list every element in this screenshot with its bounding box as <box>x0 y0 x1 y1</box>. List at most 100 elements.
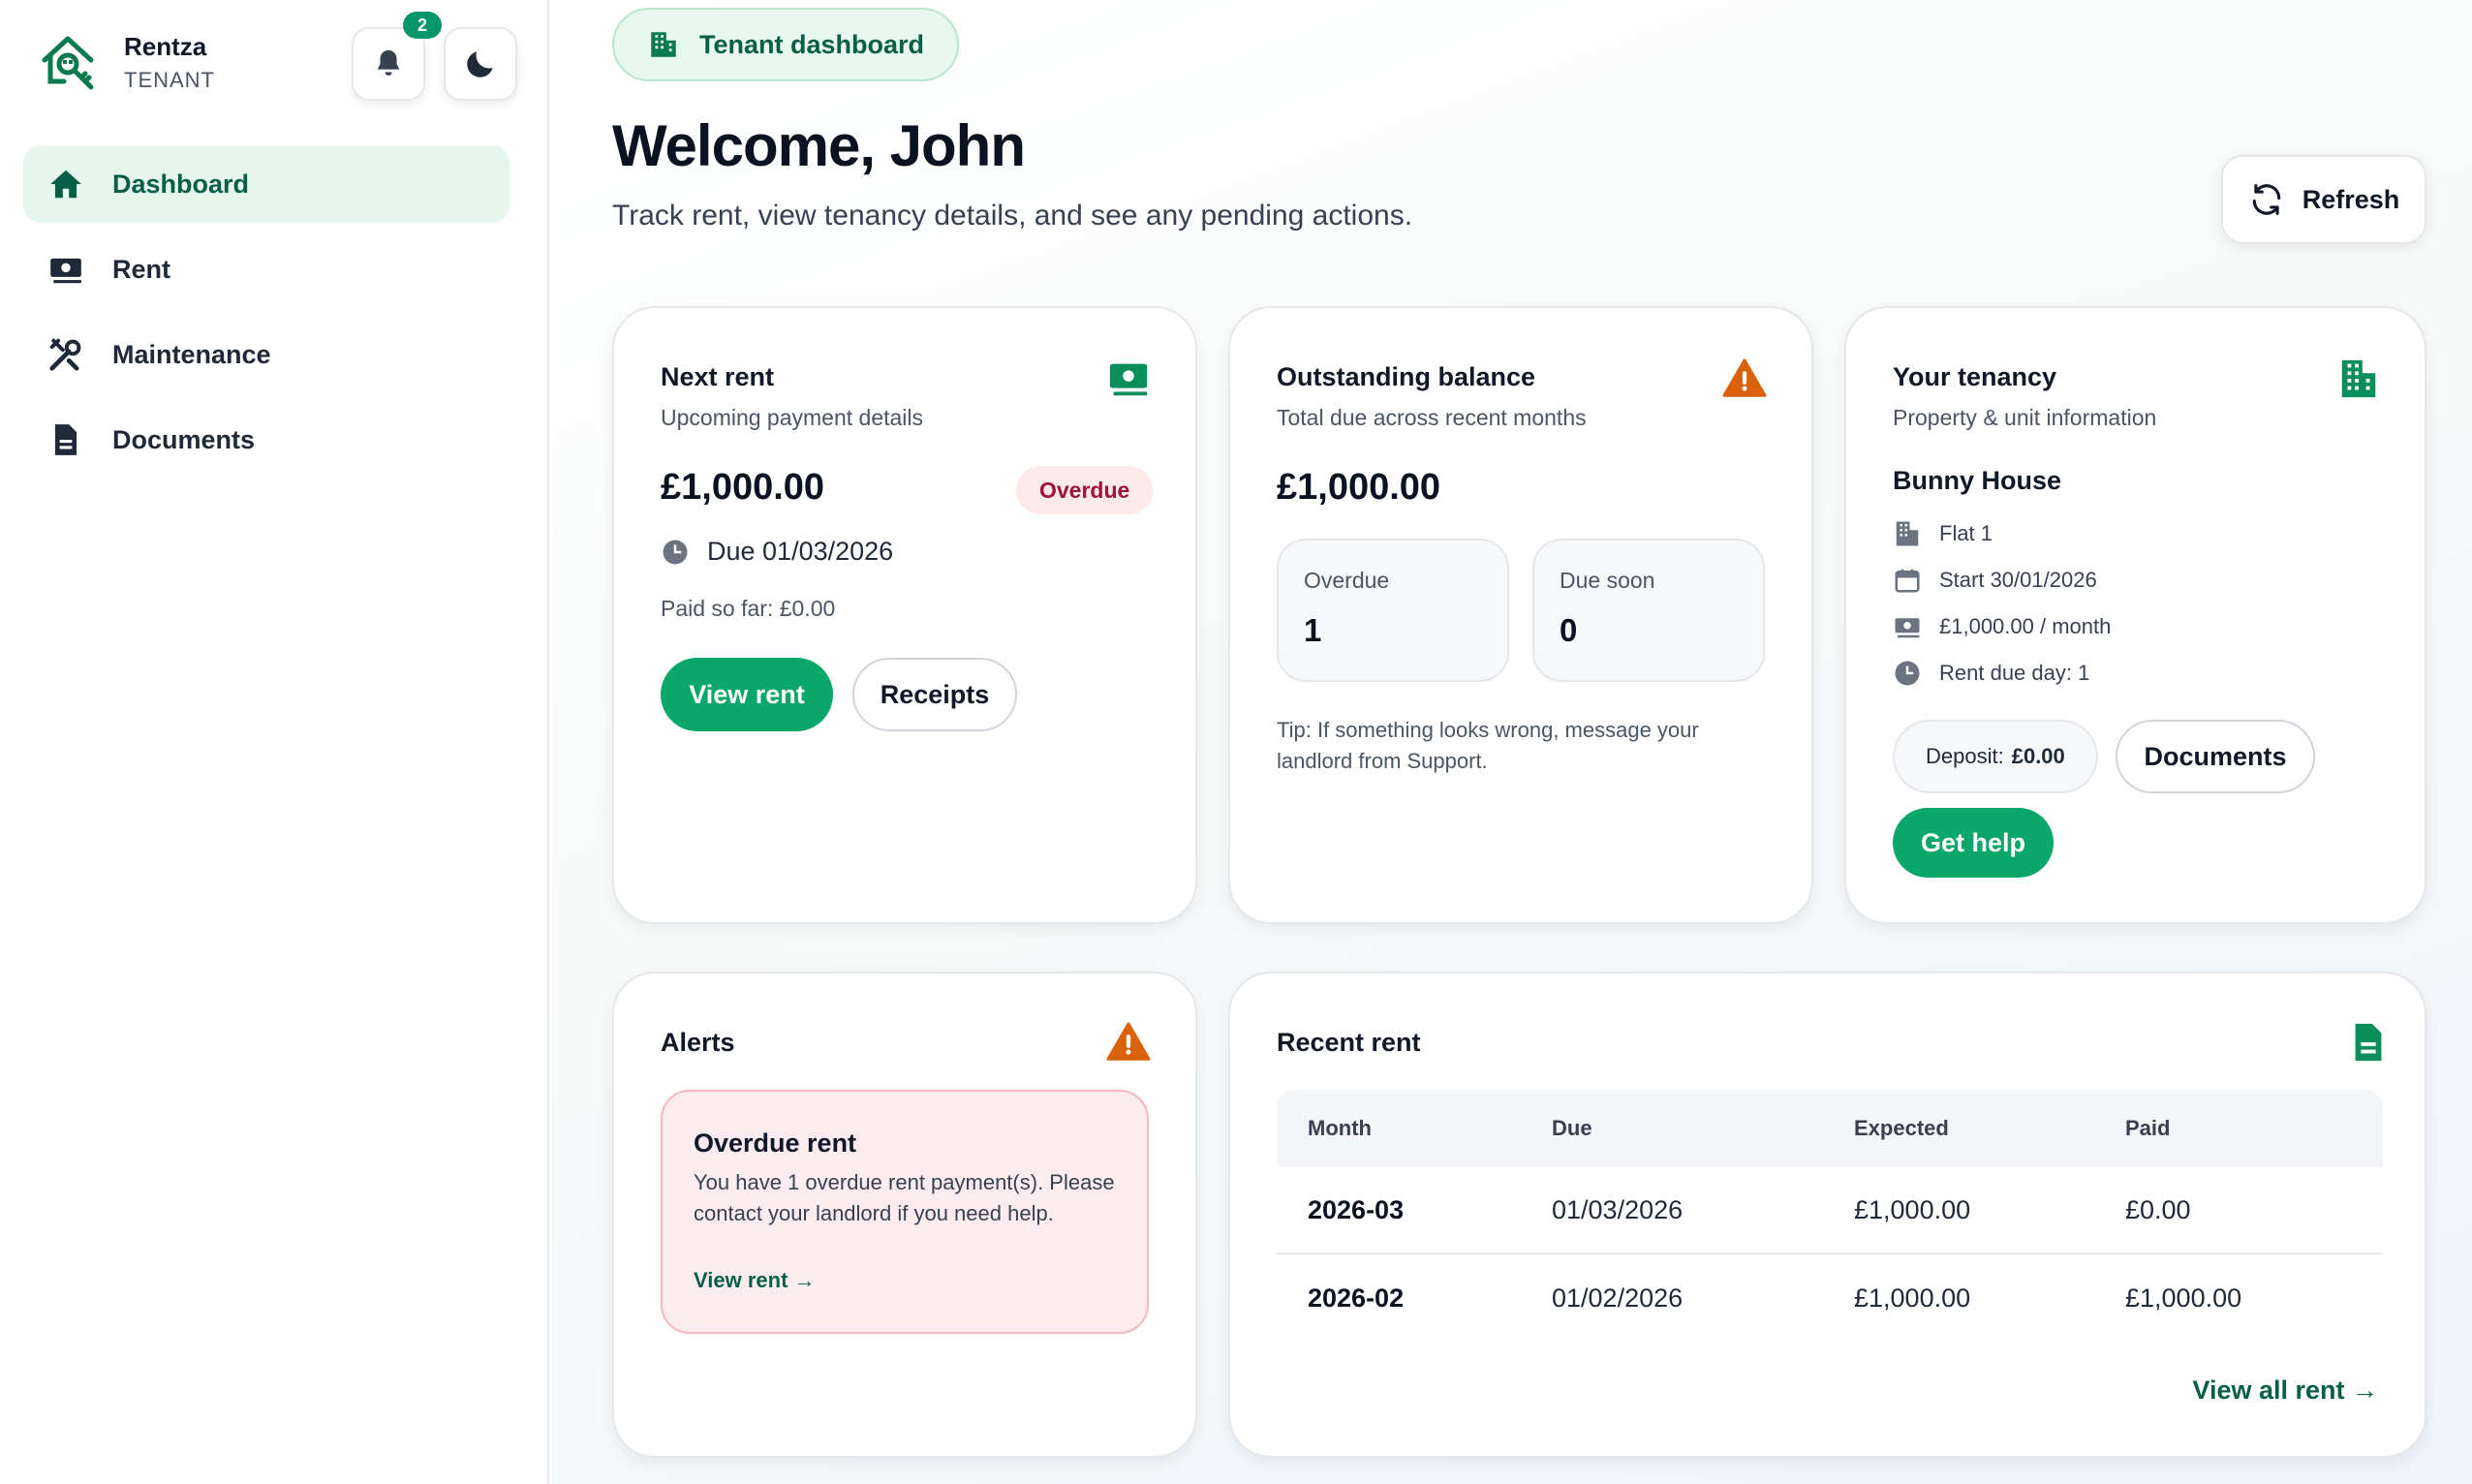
card-title: Alerts <box>661 1028 735 1057</box>
stat-value: 1 <box>1304 612 1322 648</box>
outstanding-amount: £1,000.00 <box>1277 467 1441 508</box>
stat-label: Overdue <box>1304 568 1390 593</box>
warning-icon <box>1722 358 1767 397</box>
stat-value: 0 <box>1560 612 1578 648</box>
overdue-stat: Overdue 1 <box>1277 539 1509 682</box>
page-chip-label: Tenant dashboard <box>699 29 925 59</box>
page-chip: Tenant dashboard <box>612 8 960 81</box>
deposit-value: £0.00 <box>2011 744 2065 768</box>
alerts-card: Alerts Overdue rent You have 1 overdue r… <box>612 972 1197 1458</box>
building-icon <box>2341 359 2376 398</box>
stat-label: Due soon <box>1560 568 1655 593</box>
card-subtitle: Upcoming payment details <box>661 405 924 430</box>
rent-amount-row: £1,000.00 / month <box>1893 612 2111 641</box>
cell-paid: £0.00 <box>2125 1194 2191 1224</box>
start-date-row: Start 30/01/2026 <box>1893 566 2097 595</box>
cell-paid: £1,000.00 <box>2125 1283 2242 1313</box>
sidebar-item-rent[interactable]: Rent <box>23 231 510 308</box>
column-header-month: Month <box>1308 1116 1372 1140</box>
brand-role: TENANT <box>124 67 215 92</box>
unit-row: Flat 1 <box>1893 519 1993 548</box>
deposit-label: Deposit: <box>1926 744 2004 768</box>
document-icon <box>46 420 85 459</box>
paid-so-far: Paid so far: £0.00 <box>661 596 836 621</box>
house-key-logo-icon <box>42 36 94 90</box>
table-header: Month Due Expected Paid <box>1277 1090 2383 1167</box>
cell-expected: £1,000.00 <box>1854 1283 1971 1313</box>
refresh-icon <box>2252 184 2280 215</box>
column-header-due: Due <box>1552 1116 1592 1140</box>
status-badge: Overdue <box>1016 466 1154 514</box>
cell-month: 2026-02 <box>1308 1283 1405 1313</box>
sidebar: Rentza TENANT 2 Dashboard Rent Maintenan… <box>0 0 549 1484</box>
page-title: Welcome, John <box>612 113 1026 178</box>
calendar-icon <box>1895 569 1920 593</box>
documents-button[interactable]: Documents <box>2116 720 2315 793</box>
building-icon <box>1896 521 1919 546</box>
cell-month: 2026-03 <box>1308 1194 1405 1224</box>
theme-toggle-button[interactable] <box>444 27 517 101</box>
due-soon-stat: Due soon 0 <box>1532 539 1765 682</box>
card-title: Recent rent <box>1277 1028 1421 1057</box>
refresh-label: Refresh <box>2302 184 2400 214</box>
sidebar-item-label: Maintenance <box>112 339 271 369</box>
building-icon <box>651 32 676 57</box>
cell-due: 01/03/2026 <box>1552 1194 1684 1224</box>
sidebar-item-documents[interactable]: Documents <box>23 401 510 479</box>
card-title: Your tenancy <box>1893 362 2057 391</box>
get-help-button[interactable]: Get help <box>1893 808 2054 878</box>
sidebar-item-dashboard[interactable]: Dashboard <box>23 145 510 223</box>
view-rent-button[interactable]: View rent <box>661 658 833 731</box>
receipts-button[interactable]: Receipts <box>852 658 1017 731</box>
bell-icon <box>377 49 400 77</box>
tenancy-card: Your tenancy Property & unit information… <box>1844 306 2426 924</box>
money-icon <box>1109 363 1148 396</box>
next-rent-card: Next rent Upcoming payment details £1,00… <box>612 306 1197 924</box>
rent-due-day: Rent due day: 1 <box>1939 661 2090 685</box>
alert-title: Overdue rent <box>694 1128 857 1158</box>
start-date: Start 30/01/2026 <box>1939 568 2097 592</box>
sidebar-item-label: Documents <box>112 424 256 454</box>
card-title: Next rent <box>661 362 775 391</box>
recent-rent-table: Month Due Expected Paid 2026-03 01/03/20… <box>1277 1090 2383 1342</box>
due-day-row: Rent due day: 1 <box>1893 659 2089 688</box>
alert-view-rent-link[interactable]: View rent → <box>694 1268 816 1293</box>
column-header-paid: Paid <box>2125 1116 2171 1140</box>
brand[interactable]: Rentza TENANT <box>39 31 215 93</box>
refresh-button[interactable]: Refresh <box>2221 155 2426 244</box>
table-row[interactable]: 2026-02 01/02/2026 £1,000.00 £1,000.00 <box>1277 1254 2383 1342</box>
alert-text: You have 1 overdue rent payment(s). Plea… <box>694 1170 1115 1225</box>
cell-expected: £1,000.00 <box>1854 1194 1971 1224</box>
home-icon <box>46 165 85 203</box>
cell-due: 01/02/2026 <box>1552 1283 1684 1313</box>
due-date: Due 01/03/2026 <box>707 537 894 566</box>
monthly-rent: £1,000.00 / month <box>1939 614 2112 638</box>
due-date-row: Due 01/03/2026 <box>661 537 893 567</box>
money-icon <box>1895 618 1920 638</box>
sidebar-nav: Dashboard Rent Maintenance Documents <box>23 145 510 486</box>
notification-count-badge: 2 <box>403 12 442 39</box>
document-icon <box>2355 1023 2382 1062</box>
overdue-alert: Overdue rent You have 1 overdue rent pay… <box>661 1090 1149 1334</box>
sidebar-item-label: Rent <box>112 254 170 284</box>
warning-icon <box>1106 1022 1151 1061</box>
money-icon <box>46 250 85 289</box>
page-subtitle: Track rent, view tenancy details, and se… <box>612 200 1413 232</box>
sidebar-item-maintenance[interactable]: Maintenance <box>23 316 510 393</box>
view-all-rent-link[interactable]: View all rent → <box>2192 1376 2378 1406</box>
unit-name: Flat 1 <box>1939 521 1993 545</box>
outstanding-balance-card: Outstanding balance Total due across rec… <box>1228 306 1813 924</box>
card-subtitle: Total due across recent months <box>1277 405 1587 430</box>
next-rent-amount: £1,000.00 <box>661 467 825 508</box>
deposit-pill: Deposit: £0.00 <box>1893 720 2098 793</box>
table-row[interactable]: 2026-03 01/03/2026 £1,000.00 £0.00 <box>1277 1167 2383 1254</box>
column-header-expected: Expected <box>1854 1116 1949 1140</box>
card-subtitle: Property & unit information <box>1893 405 2157 430</box>
property-name: Bunny House <box>1893 466 2062 495</box>
support-tip: Tip: If something looks wrong, message y… <box>1277 718 1699 773</box>
clock-icon <box>663 540 688 564</box>
main-content: Tenant dashboard Welcome, John Track ren… <box>551 0 2472 1484</box>
card-title: Outstanding balance <box>1277 362 1536 391</box>
tools-icon <box>46 335 85 374</box>
sidebar-item-label: Dashboard <box>112 169 250 199</box>
